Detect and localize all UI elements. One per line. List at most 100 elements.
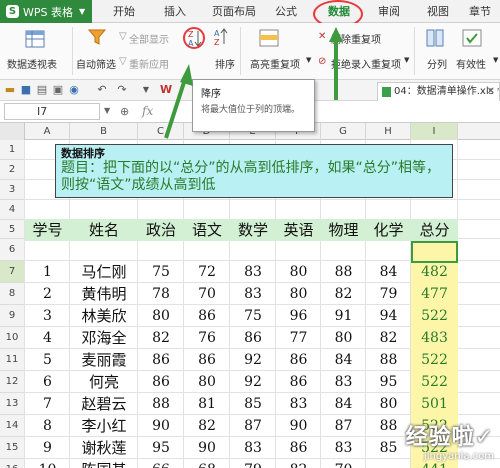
header-cell[interactable]: 政治 — [138, 219, 184, 241]
total-cell[interactable]: 522 — [411, 305, 458, 327]
table-cell[interactable]: 83 — [321, 437, 366, 459]
table-cell[interactable]: 李小红 — [70, 415, 138, 437]
table-cell[interactable]: 75 — [138, 261, 184, 283]
table-cell[interactable]: 78 — [138, 283, 184, 305]
tab-view[interactable]: 视图 — [420, 0, 456, 23]
table-cell[interactable]: 79 — [230, 459, 276, 468]
row-header-15[interactable]: 15 — [0, 437, 25, 459]
table-cell[interactable]: 96 — [276, 305, 321, 327]
table-cell[interactable]: 84 — [321, 349, 366, 371]
highlight-duplicates-button[interactable]: 高亮重复项 — [250, 56, 300, 71]
row-header-3[interactable]: 3 — [0, 180, 25, 200]
table-cell[interactable]: 82 — [184, 415, 230, 437]
table-cell[interactable]: 赵碧云 — [70, 393, 138, 415]
table-cell[interactable]: 10 — [25, 459, 70, 468]
redo-icon[interactable]: ↷ — [116, 84, 128, 96]
wps-w-icon[interactable]: W — [160, 84, 172, 96]
row-header-6[interactable]: 6 — [0, 239, 25, 261]
tab-insert[interactable]: 插入 — [157, 0, 193, 23]
table-cell[interactable]: 87 — [230, 415, 276, 437]
autofilter-button[interactable]: 自动筛选 — [76, 56, 116, 71]
total-cell[interactable]: 482 — [411, 261, 458, 283]
row-header-1[interactable]: 1 — [0, 140, 25, 160]
save-icon[interactable]: ■ — [20, 84, 32, 96]
header-cell[interactable]: 总分 — [411, 219, 458, 241]
table-cell[interactable]: 79 — [366, 283, 411, 305]
table-cell[interactable]: 80 — [138, 305, 184, 327]
table-cell[interactable]: 82 — [276, 459, 321, 468]
table-cell[interactable]: 80 — [184, 371, 230, 393]
row-header-11[interactable]: 11 — [0, 349, 25, 371]
table-cell[interactable]: 谢秋莲 — [70, 437, 138, 459]
row-header-8[interactable]: 8 — [0, 283, 25, 305]
table-cell[interactable]: 麦丽霞 — [70, 349, 138, 371]
header-cell[interactable]: 学号 — [25, 219, 70, 241]
tab-formula[interactable]: 公式 — [268, 0, 304, 23]
table-cell[interactable]: 95 — [138, 437, 184, 459]
table-cell[interactable]: 90 — [138, 415, 184, 437]
chevron-down-icon[interactable]: ▼ — [140, 84, 152, 96]
table-cell[interactable]: 4 — [25, 327, 70, 349]
column-header-h[interactable]: H — [366, 123, 411, 140]
table-cell[interactable]: 83 — [276, 393, 321, 415]
table-cell[interactable]: 90 — [276, 415, 321, 437]
table-cell[interactable]: 95 — [366, 371, 411, 393]
tab-review[interactable]: 审阅 — [371, 0, 407, 23]
zoom-icon[interactable]: ⊕ — [120, 105, 129, 118]
find-icon[interactable]: ◉ — [68, 84, 80, 96]
total-cell[interactable]: 522 — [411, 371, 458, 393]
sort-descending-icon[interactable]: Z A — [186, 28, 202, 48]
table-cell[interactable]: 林美欣 — [70, 305, 138, 327]
tab-section[interactable]: 章节 — [462, 0, 498, 23]
table-cell[interactable]: 黄伟明 — [70, 283, 138, 305]
table-cell[interactable]: 76 — [184, 327, 230, 349]
table-cell[interactable] — [366, 459, 411, 468]
sort-ascending-icon[interactable]: A Z — [212, 27, 228, 47]
table-cell[interactable]: 2 — [25, 283, 70, 305]
reject-duplicates-button[interactable]: 拒绝录入重复项 — [331, 56, 401, 71]
table-cell[interactable]: 81 — [184, 393, 230, 415]
header-cell[interactable]: 英语 — [276, 219, 321, 241]
total-cell[interactable]: 477 — [411, 283, 458, 305]
table-cell[interactable]: 86 — [138, 371, 184, 393]
table-cell[interactable]: 82 — [321, 283, 366, 305]
show-all-button[interactable]: 全部显示 — [129, 31, 169, 46]
row-header-4[interactable]: 4 — [0, 200, 25, 220]
row-header-14[interactable]: 14 — [0, 415, 25, 437]
app-menu-button[interactable]: S WPS 表格 ▼ — [0, 0, 92, 23]
column-header-g[interactable]: G — [321, 123, 366, 140]
table-cell[interactable]: 6 — [25, 371, 70, 393]
row-header-13[interactable]: 13 — [0, 393, 25, 415]
open-folder-icon[interactable]: ▬ — [4, 84, 16, 96]
table-cell[interactable]: 何亮 — [70, 371, 138, 393]
delete-duplicates-button[interactable]: 删除重复项 — [331, 31, 381, 46]
header-cell[interactable]: 姓名 — [70, 219, 138, 241]
table-cell[interactable]: 88 — [321, 261, 366, 283]
table-cell[interactable]: 9 — [25, 437, 70, 459]
header-cell[interactable]: 化学 — [366, 219, 411, 241]
split-columns-button[interactable]: 分列 — [427, 56, 447, 71]
row-header-5[interactable]: 5 — [0, 220, 25, 239]
table-cell[interactable]: 83 — [230, 261, 276, 283]
table-cell[interactable]: 马仁刚 — [70, 261, 138, 283]
column-header-c[interactable]: C — [138, 123, 184, 140]
table-cell[interactable]: 86 — [184, 305, 230, 327]
document-tab[interactable]: 04：数据清单操作.xls * ✕ — [377, 82, 500, 101]
table-cell[interactable]: 86 — [230, 327, 276, 349]
selected-cell[interactable] — [411, 241, 458, 263]
table-cell[interactable]: 75 — [230, 305, 276, 327]
header-cell[interactable]: 数学 — [230, 219, 276, 241]
table-cell[interactable]: 86 — [276, 349, 321, 371]
select-all-corner[interactable] — [0, 123, 25, 140]
print-icon[interactable]: ▤ — [36, 84, 48, 96]
column-header-b[interactable]: B — [70, 123, 138, 140]
header-cell[interactable]: 物理 — [321, 219, 366, 241]
table-cell[interactable]: 70 — [184, 283, 230, 305]
sort-button[interactable]: 排序 — [215, 56, 235, 71]
name-box[interactable]: I7 — [4, 103, 100, 120]
spreadsheet-grid[interactable]: A B C D E F G H I 1234567891011121314151… — [0, 123, 500, 468]
table-cell[interactable]: 88 — [366, 349, 411, 371]
table-cell[interactable]: 92 — [230, 349, 276, 371]
table-cell[interactable]: 90 — [184, 437, 230, 459]
table-cell[interactable]: 80 — [366, 393, 411, 415]
